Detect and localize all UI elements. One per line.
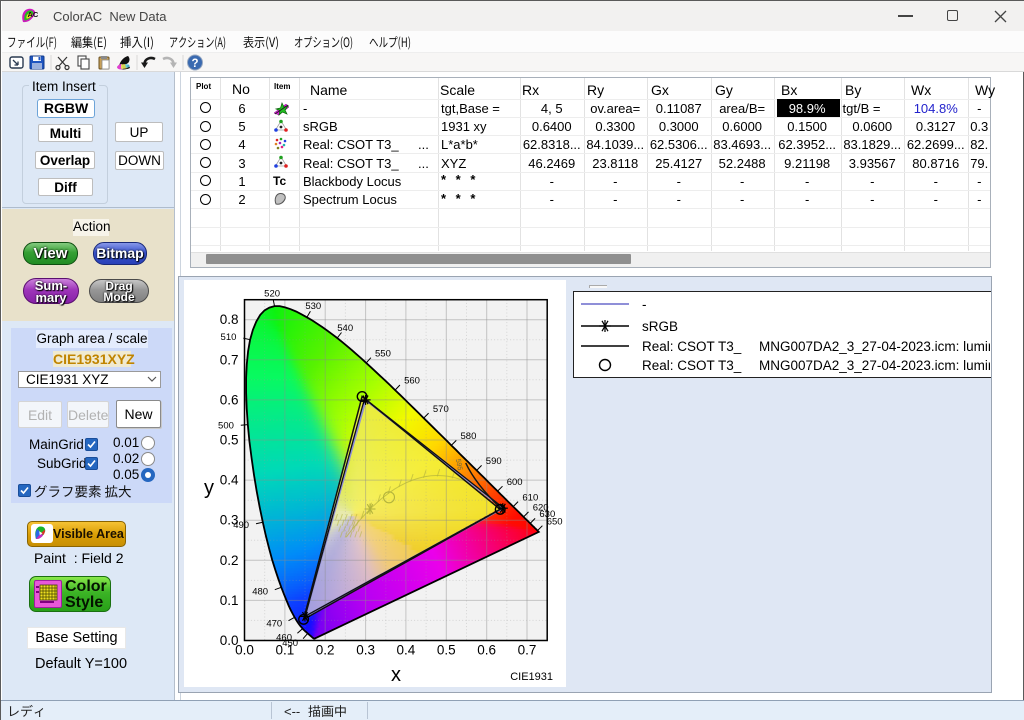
svg-text:0.3: 0.3: [220, 513, 239, 528]
svg-text:0.5: 0.5: [437, 643, 456, 658]
svg-text:520: 520: [264, 288, 280, 299]
svg-text:480: 480: [252, 587, 268, 598]
svg-text:540: 540: [337, 323, 353, 334]
svg-text:0.0: 0.0: [220, 633, 239, 648]
svg-text:0.1: 0.1: [220, 593, 239, 608]
svg-text:550: 550: [375, 348, 391, 359]
svg-text:?: ?: [191, 58, 198, 70]
svg-text:650: 650: [547, 516, 563, 527]
svg-text:0.8: 0.8: [220, 312, 239, 327]
svg-text:0.7: 0.7: [220, 352, 239, 367]
svg-text:590: 590: [486, 456, 502, 467]
svg-text:0.4: 0.4: [397, 643, 416, 658]
svg-text:0.2: 0.2: [316, 643, 335, 658]
svg-text:0.5: 0.5: [220, 433, 239, 448]
svg-text:y: y: [204, 477, 214, 499]
svg-text:570: 570: [433, 404, 449, 415]
svg-text:600: 600: [507, 477, 523, 488]
svg-text:0.4: 0.4: [220, 473, 239, 488]
svg-text:500: 500: [218, 421, 234, 432]
svg-text:AC: AC: [28, 10, 39, 19]
svg-text:0.6: 0.6: [220, 392, 239, 407]
svg-text:0.1: 0.1: [276, 643, 295, 658]
svg-text:x: x: [391, 664, 401, 686]
svg-text:530: 530: [305, 301, 321, 312]
svg-text:510: 510: [221, 332, 237, 343]
svg-text:0.3: 0.3: [356, 643, 375, 658]
svg-text:580: 580: [461, 431, 477, 442]
svg-text:0.7: 0.7: [518, 643, 537, 658]
svg-text:470: 470: [266, 619, 282, 630]
svg-text:560: 560: [404, 376, 420, 387]
svg-text:0.2: 0.2: [220, 553, 239, 568]
svg-text:CIE1931: CIE1931: [510, 671, 553, 683]
svg-text:0.6: 0.6: [477, 643, 496, 658]
